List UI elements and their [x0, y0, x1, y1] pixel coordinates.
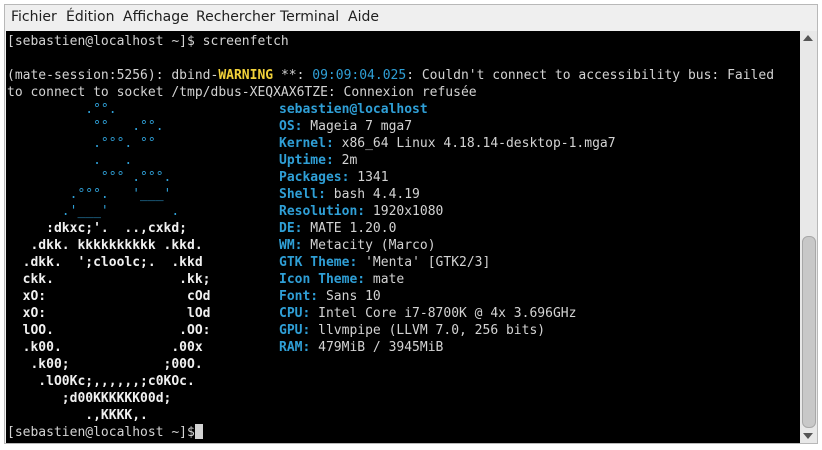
info-cpu: CPU: Intel Core i7-8700K @ 4x 3.696GHz [279, 305, 576, 322]
info-key: RAM: [279, 340, 311, 355]
text-cursor [194, 424, 203, 439]
terminal-output[interactable]: [sebastien@localhost ~]$ screenfetch (ma… [6, 31, 800, 443]
menu-aide[interactable]: Aide [348, 9, 379, 25]
info-shell: Shell: bash 4.4.19 [279, 186, 420, 203]
scroll-up-arrow-icon[interactable] [803, 35, 813, 41]
command-line: [sebastien@localhost ~]$ screenfetch [7, 33, 289, 50]
info-key: Icon Theme: [279, 272, 366, 287]
mageia-logo-bubbles: .°°. °° .°°. .°°°. °° . . °°° .°°°. .°°°… [61, 102, 180, 219]
info-key: GTK Theme: [279, 255, 358, 270]
info-value: MATE 1.20.0 [302, 221, 397, 236]
menubar: Fichier Édition Affichage Rechercher Ter… [5, 5, 817, 31]
info-value: bash 4.4.19 [325, 187, 420, 202]
info-gpu: GPU: llvmpipe (LLVM 7.0, 256 bits) [279, 322, 545, 339]
info-icon-theme: Icon Theme: mate [279, 271, 404, 288]
info-ram: RAM: 479MiB / 3945MiB [279, 339, 443, 356]
warning-prefix: (mate-session:5256): dbind- [7, 68, 219, 83]
info-value: 1920x1080 [365, 204, 444, 219]
warning-rest: : Couldn't connect to accessibility bus:… [406, 68, 775, 83]
menu-edition[interactable]: Édition [66, 9, 114, 25]
info-value: 2m [333, 153, 358, 168]
warning-line-2: to connect to socket /tmp/dbus-XEQXAX6TZ… [7, 85, 477, 100]
info-kernel: Kernel: x86_64 Linux 4.18.14-desktop-1.m… [279, 135, 616, 152]
info-value: llvmpipe (LLVM 7.0, 256 bits) [310, 323, 546, 338]
info-value: 'Menta' [GTK2/3] [357, 255, 491, 270]
vertical-scrollbar[interactable] [800, 31, 817, 443]
info-key: Uptime: [279, 153, 334, 168]
warning-time: 09:09:04.025 [312, 68, 407, 83]
info-key: GPU: [279, 323, 311, 338]
info-key: DE: [279, 221, 303, 236]
warning-line: (mate-session:5256): dbind-WARNING **: 0… [7, 67, 774, 84]
info-font: Font: Sans 10 [279, 288, 381, 305]
prompt: [sebastien@localhost ~]$ [7, 425, 195, 440]
info-resolution: Resolution: 1920x1080 [279, 203, 443, 220]
warning-word: WARNING [218, 68, 274, 83]
menu-affichage[interactable]: Affichage [123, 9, 189, 25]
info-key: Packages: [279, 170, 350, 185]
info-key: Shell: [279, 187, 326, 202]
command: screenfetch [194, 34, 289, 49]
info-value: Mageia 7 mga7 [302, 119, 413, 134]
info-value: Sans 10 [318, 289, 381, 304]
info-value: mate [365, 272, 405, 287]
info-value: 479MiB / 3945MiB [310, 340, 444, 355]
info-os: OS: Mageia 7 mga7 [279, 118, 412, 135]
userhost: sebastien@localhost [279, 102, 428, 117]
mageia-logo-cauldron: :dkxc;'. ..,cxkd; .dkk. kkkkkkkkkk .kkd.… [22, 221, 211, 423]
warning-mid: **: [273, 68, 313, 83]
info-key: WM: [279, 238, 303, 253]
info-gtk-theme: GTK Theme: 'Menta' [GTK2/3] [279, 254, 490, 271]
info-wm: WM: Metacity (Marco) [279, 237, 436, 254]
info-value: 1341 [349, 170, 389, 185]
final-prompt-line: [sebastien@localhost ~]$ [7, 424, 203, 441]
info-de: DE: MATE 1.20.0 [279, 220, 396, 237]
info-value: Intel Core i7-8700K @ 4x 3.696GHz [310, 306, 577, 321]
menu-fichier[interactable]: Fichier [11, 9, 57, 25]
info-uptime: Uptime: 2m [279, 152, 357, 169]
terminal-window: Fichier Édition Affichage Rechercher Ter… [4, 4, 818, 444]
info-value: x86_64 Linux 4.18.14-desktop-1.mga7 [333, 136, 616, 151]
info-key: CPU: [279, 306, 311, 321]
scroll-down-arrow-icon[interactable] [803, 433, 813, 439]
info-key: Font: [279, 289, 319, 304]
menu-rechercher[interactable]: Rechercher [196, 9, 275, 25]
info-value: Metacity (Marco) [302, 238, 436, 253]
info-key: Resolution: [279, 204, 366, 219]
scrollbar-thumb[interactable] [802, 236, 816, 428]
menu-terminal[interactable]: Terminal [280, 9, 339, 25]
prompt: [sebastien@localhost ~]$ [7, 34, 195, 49]
info-key: OS: [279, 119, 303, 134]
info-key: Kernel: [279, 136, 334, 151]
info-packages: Packages: 1341 [279, 169, 389, 186]
